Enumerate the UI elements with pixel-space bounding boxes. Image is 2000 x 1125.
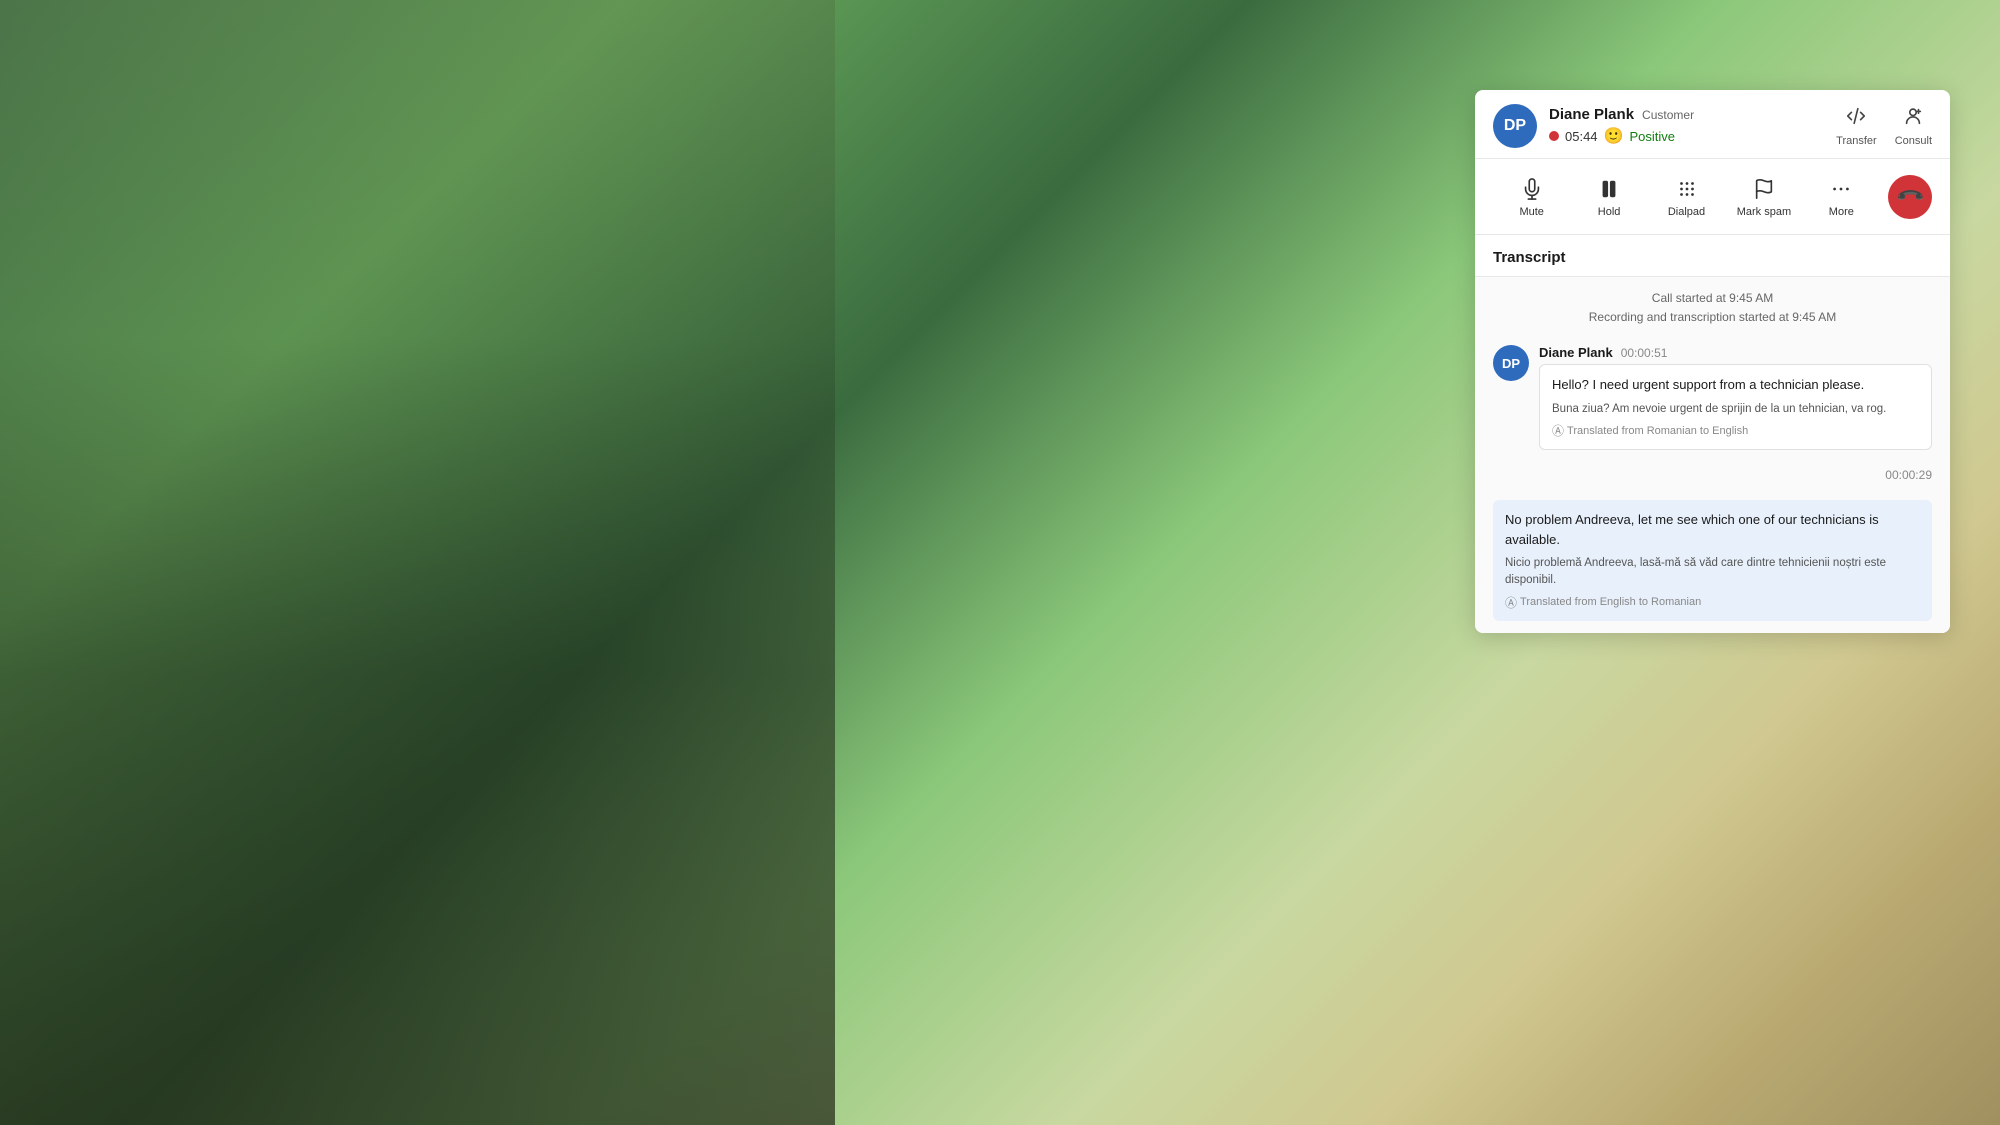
transfer-svg	[1845, 105, 1867, 127]
transcript-header: Transcript	[1475, 235, 1950, 277]
consult-icon	[1902, 105, 1924, 133]
more-label: More	[1829, 206, 1854, 218]
more-icon	[1827, 175, 1855, 203]
call-started-info: Call started at 9:45 AM Recording and tr…	[1493, 289, 1932, 327]
call-timer: 05:44	[1565, 129, 1598, 144]
dialpad-icon	[1673, 175, 1701, 203]
mark-spam-icon	[1750, 175, 1778, 203]
recording-dot	[1549, 131, 1559, 141]
mute-icon	[1518, 175, 1546, 203]
call-panel: DP Diane Plank Customer 05:44 🙂 Positive	[1475, 90, 1950, 633]
flag-svg	[1753, 178, 1775, 200]
transfer-label: Transfer	[1836, 135, 1877, 147]
agent-msg-time: 00:00:29	[1493, 468, 1932, 482]
toolbar: Mute Hold Dialpad	[1475, 159, 1950, 235]
customer-msg-time: 00:00:51	[1621, 346, 1668, 360]
call-started-time: Call started at 9:45 AM	[1493, 289, 1932, 308]
mark-spam-button[interactable]: Mark spam	[1725, 169, 1802, 224]
name-row: Diane Plank Customer	[1549, 106, 1824, 123]
end-call-icon: 📞	[1895, 181, 1926, 212]
hold-label: Hold	[1598, 206, 1621, 218]
mute-label: Mute	[1519, 206, 1543, 218]
hold-button[interactable]: Hold	[1570, 169, 1647, 224]
message-avatar-dp: DP	[1493, 345, 1529, 381]
customer-name: Diane Plank	[1549, 106, 1634, 123]
recording-started-time: Recording and transcription started at 9…	[1493, 308, 1932, 327]
mute-button[interactable]: Mute	[1493, 169, 1570, 224]
mark-spam-label: Mark spam	[1737, 206, 1791, 218]
consult-label: Consult	[1895, 135, 1932, 147]
dialpad-label: Dialpad	[1668, 206, 1705, 218]
agent-message-row: 00:00:29 No problem Andreeva, let me see…	[1493, 468, 1932, 621]
hold-icon	[1595, 175, 1623, 203]
customer-avatar: DP	[1493, 104, 1537, 148]
agent-translation-label: Ⓐ Translated from English to Romanian	[1505, 594, 1920, 611]
customer-msg-romanian: Buna ziua? Am nevoie urgent de sprijin d…	[1552, 401, 1919, 418]
transfer-button[interactable]: Transfer	[1836, 105, 1877, 147]
transfer-icon	[1845, 105, 1867, 133]
end-call-button[interactable]: 📞	[1888, 175, 1932, 219]
translate-icon-agent: Ⓐ	[1505, 594, 1517, 611]
translate-icon-customer: Ⓐ	[1552, 422, 1564, 439]
transcript-body: Call started at 9:45 AM Recording and tr…	[1475, 277, 1950, 633]
sentiment-label: Positive	[1629, 129, 1675, 144]
customer-message-row: DP Diane Plank 00:00:51 Hello? I need ur…	[1493, 345, 1932, 450]
customer-badge: Customer	[1642, 108, 1694, 122]
customer-message-content: Diane Plank 00:00:51 Hello? I need urgen…	[1539, 345, 1932, 450]
customer-msg-english: Hello? I need urgent support from a tech…	[1552, 375, 1919, 395]
background-overlay	[0, 0, 835, 1125]
status-row: 05:44 🙂 Positive	[1549, 126, 1824, 146]
more-button[interactable]: More	[1803, 169, 1880, 224]
customer-message-bubble: Hello? I need urgent support from a tech…	[1539, 364, 1932, 450]
customer-translation-label: Ⓐ Translated from Romanian to English	[1552, 422, 1919, 439]
sentiment-icon: 🙂	[1604, 126, 1624, 146]
hold-svg	[1598, 178, 1620, 200]
dialpad-button[interactable]: Dialpad	[1648, 169, 1725, 224]
consult-svg	[1902, 105, 1924, 127]
dialpad-svg	[1676, 178, 1698, 200]
consult-button[interactable]: Consult	[1895, 105, 1932, 147]
panel-header: DP Diane Plank Customer 05:44 🙂 Positive	[1475, 90, 1950, 159]
customer-msg-name: Diane Plank	[1539, 345, 1613, 360]
agent-msg-romanian: Nicio problemă Andreeva, lasă-mă să văd …	[1505, 555, 1920, 590]
header-actions: Transfer Consult	[1836, 105, 1932, 147]
more-svg	[1830, 178, 1852, 200]
agent-message-bubble: No problem Andreeva, let me see which on…	[1493, 500, 1932, 621]
header-info: Diane Plank Customer 05:44 🙂 Positive	[1549, 106, 1824, 146]
mute-svg	[1521, 178, 1543, 200]
customer-msg-header: Diane Plank 00:00:51	[1539, 345, 1932, 360]
agent-msg-english: No problem Andreeva, let me see which on…	[1505, 510, 1920, 549]
